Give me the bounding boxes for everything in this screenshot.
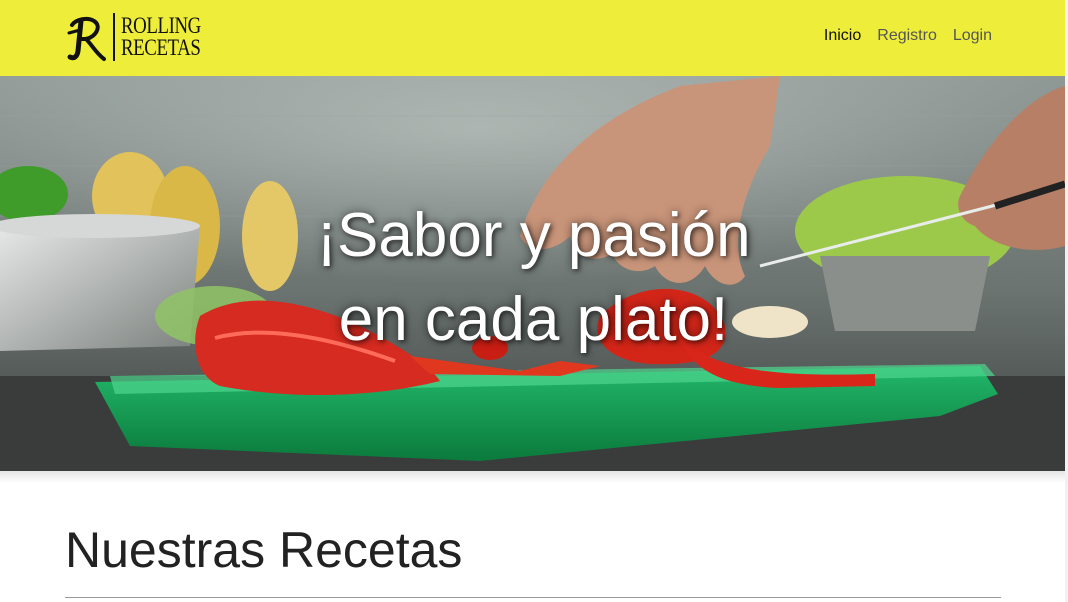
brand-logo[interactable]: ROLLING RECETAS <box>66 10 218 64</box>
nav-link-login[interactable]: Login <box>953 26 992 46</box>
brand-name-line1: ROLLING <box>121 13 201 38</box>
recipes-section-title: Nuestras Recetas <box>65 522 463 578</box>
hero-title-line2: en cada plato! <box>338 285 729 354</box>
nav-link-registro[interactable]: Registro <box>877 26 937 46</box>
navbar: ROLLING RECETAS Inicio Registro Login <box>0 0 1065 76</box>
brand-name-line2: RECETAS <box>121 35 201 60</box>
section-divider <box>65 597 1001 598</box>
nav-menu: Inicio Registro Login <box>824 26 992 46</box>
hero-title: ¡Sabor y pasión en cada plato! <box>0 194 1065 362</box>
hero-title-line1: ¡Sabor y pasión <box>316 201 751 270</box>
hero-banner: ¡Sabor y pasión en cada plato! <box>0 76 1065 471</box>
brand-name: ROLLING RECETAS <box>121 13 201 60</box>
logo-divider <box>113 13 115 61</box>
hero-bottom-shadow <box>0 471 1065 483</box>
logo-r-icon <box>67 16 106 61</box>
nav-link-inicio[interactable]: Inicio <box>824 26 861 46</box>
